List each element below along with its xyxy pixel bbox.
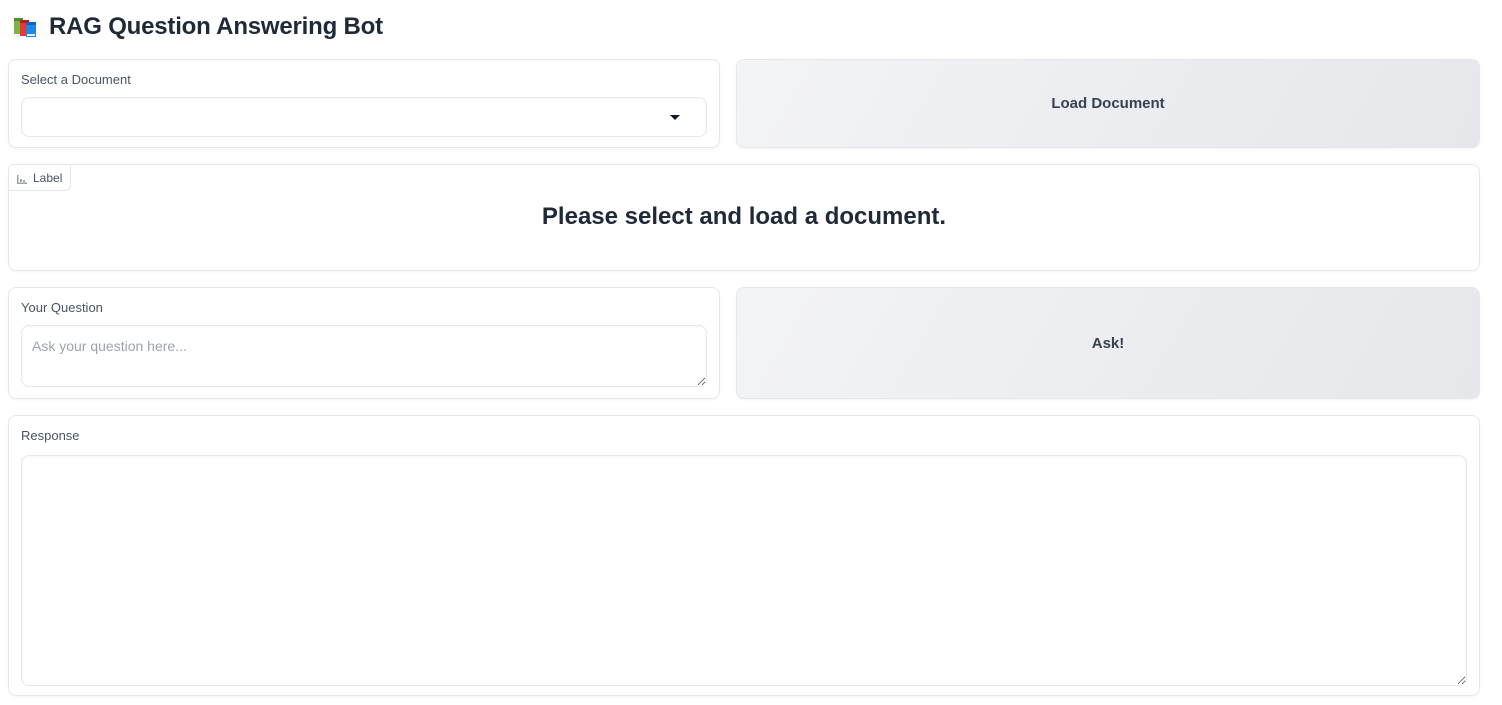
page-title: RAG Question Answering Bot xyxy=(49,13,383,40)
question-label: Your Question xyxy=(21,300,103,315)
response-panel: Response xyxy=(8,415,1480,696)
response-label: Response xyxy=(21,428,80,443)
question-input[interactable] xyxy=(21,325,707,387)
label-tag: Label xyxy=(8,164,72,191)
load-document-button[interactable]: Load Document xyxy=(736,59,1480,148)
chevron-down-icon xyxy=(670,115,680,120)
status-label-panel: Label Please select and load a document. xyxy=(8,164,1480,271)
document-dropdown[interactable] xyxy=(21,97,707,137)
response-output[interactable] xyxy=(21,455,1467,686)
label-icon xyxy=(17,173,27,184)
app-header: RAG Question Answering Bot xyxy=(12,12,383,42)
label-tag-text: Label xyxy=(33,170,63,185)
question-panel: Your Question xyxy=(8,287,720,399)
ask-button[interactable]: Ask! xyxy=(736,287,1480,399)
app-root: RAG Question Answering Bot Select a Docu… xyxy=(0,0,1502,705)
document-select-panel: Select a Document xyxy=(8,59,720,148)
status-message: Please select and load a document. xyxy=(541,203,947,230)
document-select-label: Select a Document xyxy=(21,72,131,87)
books-icon xyxy=(12,15,39,39)
